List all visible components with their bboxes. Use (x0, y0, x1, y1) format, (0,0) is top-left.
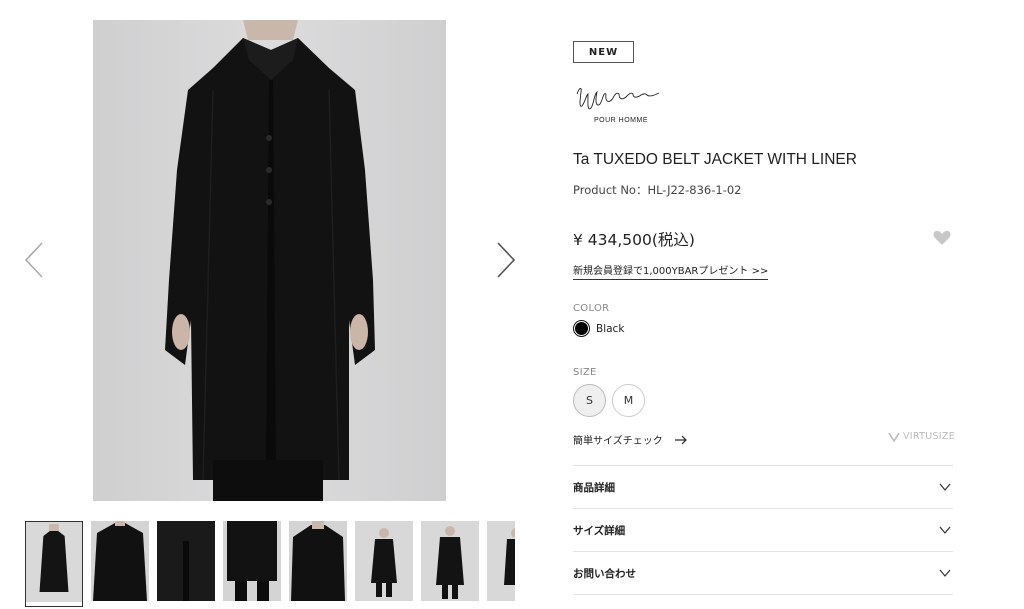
model-coat-illustration (93, 20, 446, 501)
color-option-black[interactable]: Black (573, 320, 624, 337)
signup-promo-link[interactable]: 新規会員登録で1,000YBARプレゼント >> (573, 262, 769, 280)
size-option-s[interactable]: S (573, 384, 606, 417)
accordion-label: サイズ詳細 (573, 524, 626, 537)
size-check-label: 簡単サイズチェック (573, 436, 663, 447)
accordion-label: 商品詳細 (573, 481, 615, 494)
thumbnail-1[interactable] (25, 521, 83, 607)
product-number: Product No：HL-J22-836-1-02 (573, 183, 742, 197)
color-swatch (573, 320, 590, 337)
size-label: SIZE (573, 367, 597, 378)
thumbnail-5[interactable] (289, 521, 347, 601)
accordion-product-details[interactable]: 商品詳細 (573, 465, 953, 508)
new-badge: NEW (573, 41, 634, 63)
product-price: ¥ 434,500(税込) (573, 231, 695, 249)
thumbnail-8[interactable] (487, 521, 515, 601)
thumbnail-4[interactable] (223, 521, 281, 601)
product-info-panel: NEW POUR HOMME Ta TUXEDO BELT JACKET WIT… (573, 0, 955, 609)
thumbnail-2[interactable] (91, 521, 149, 601)
arrow-right-icon (674, 435, 687, 444)
gallery-prev-button[interactable] (22, 240, 46, 280)
main-product-image[interactable] (93, 20, 446, 501)
heart-icon[interactable] (933, 230, 951, 246)
color-name: Black (596, 322, 625, 335)
accordion-size-details[interactable]: サイズ詳細 (573, 508, 953, 551)
accordion-contact[interactable]: お問い合わせ (573, 551, 953, 594)
accordion-divider (573, 594, 953, 595)
size-check-link[interactable]: 簡単サイズチェック (573, 432, 687, 447)
thumbnail-strip (25, 521, 515, 607)
virtusize-label: VIRTUSIZE (903, 431, 956, 442)
chevron-down-icon (939, 526, 951, 534)
virtusize-icon (888, 432, 900, 442)
brand-sub-label: POUR HOMME (594, 117, 648, 124)
chevron-down-icon (939, 483, 951, 491)
virtusize-logo: VIRTUSIZE (888, 431, 955, 442)
chevron-right-icon (497, 242, 516, 278)
thumbnail-7[interactable] (421, 521, 479, 601)
thumbnail-3[interactable] (157, 521, 215, 601)
gallery-next-button[interactable] (494, 240, 518, 280)
chevron-down-icon (939, 569, 951, 577)
thumbnail-6[interactable] (355, 521, 413, 601)
accordion-label: お問い合わせ (573, 567, 636, 580)
product-title: Ta TUXEDO BELT JACKET WITH LINER (573, 151, 857, 168)
size-option-m[interactable]: M (612, 384, 645, 417)
color-label: COLOR (573, 303, 610, 314)
chevron-left-icon (24, 242, 43, 278)
